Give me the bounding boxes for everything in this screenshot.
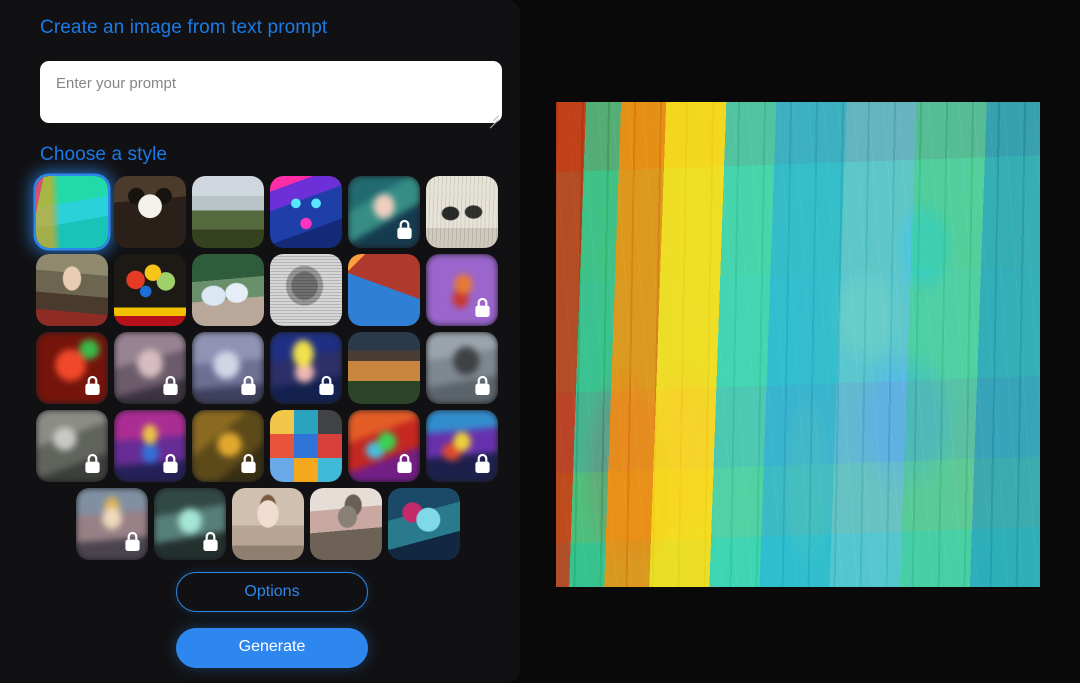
style-flower-vase[interactable] (114, 254, 186, 326)
style-thumbnail-image (426, 332, 498, 404)
style-abstract-jungle[interactable] (36, 176, 108, 248)
style-thumbnail-image (426, 254, 498, 326)
style-thumbnail-image (270, 332, 342, 404)
style-red-face[interactable] (36, 332, 108, 404)
style-row (36, 410, 500, 482)
prompt-input[interactable] (40, 61, 502, 123)
style-pop-art[interactable] (270, 332, 342, 404)
style-row (36, 176, 500, 248)
style-thumbnail-image (36, 176, 108, 248)
style-icon-set[interactable] (270, 410, 342, 482)
style-fairy[interactable] (76, 488, 148, 560)
style-misty-forest[interactable] (192, 176, 264, 248)
style-thumbnail-image (348, 176, 420, 248)
style-thumbnail-image (270, 410, 342, 482)
style-thumbnail-image (114, 254, 186, 326)
style-thumbnail-image (426, 176, 498, 248)
style-thumbnail-image (348, 254, 420, 326)
options-button[interactable]: Options (176, 572, 368, 612)
style-gold-swirl[interactable] (192, 410, 264, 482)
style-thumbnail-image (114, 410, 186, 482)
style-grid (36, 176, 500, 566)
style-thumbnail-image (36, 332, 108, 404)
style-pastel-portrait[interactable] (192, 332, 264, 404)
style-fox[interactable] (426, 254, 498, 326)
style-isometric[interactable] (348, 254, 420, 326)
style-thumbnail-image (232, 488, 304, 560)
style-thumbnail-image (36, 254, 108, 326)
image-generator-app: Create an image from text prompt Choose … (0, 0, 1080, 683)
prompt-field-wrapper (40, 61, 502, 129)
style-thumbnail-image (192, 410, 264, 482)
image-texture-overlay (556, 102, 1040, 587)
style-thumbnail-image (348, 410, 420, 482)
style-row (36, 254, 500, 326)
style-thumbnail-image (192, 254, 264, 326)
style-ballet[interactable] (192, 254, 264, 326)
style-row (36, 488, 500, 560)
style-thumbnail-image (76, 488, 148, 560)
style-thumbnail-image (270, 254, 342, 326)
style-thumbnail-image (270, 176, 342, 248)
style-neon-figure[interactable] (114, 410, 186, 482)
style-neon-swirl[interactable] (348, 410, 420, 482)
style-thumbnail-image (154, 488, 226, 560)
style-etching-cup[interactable] (270, 254, 342, 326)
style-panda[interactable] (114, 176, 186, 248)
style-thumbnail-image (36, 410, 108, 482)
generated-image[interactable] (556, 102, 1040, 587)
style-smoke[interactable] (426, 332, 498, 404)
style-renaissance[interactable] (36, 254, 108, 326)
style-architecture[interactable] (348, 332, 420, 404)
style-porcelain-doll[interactable] (232, 488, 304, 560)
style-soft-portrait[interactable] (114, 332, 186, 404)
style-thumbnail-image (114, 176, 186, 248)
style-engraving[interactable] (426, 176, 498, 248)
style-oil-painter[interactable] (310, 488, 382, 560)
style-row (36, 332, 500, 404)
choose-style-title: Choose a style (40, 144, 168, 165)
style-grey-abstract[interactable] (36, 410, 108, 482)
controls-panel: Create an image from text prompt Choose … (0, 0, 520, 683)
style-cyber-portrait[interactable] (388, 488, 460, 560)
page-title: Create an image from text prompt (40, 17, 328, 38)
style-anime-portrait[interactable] (348, 176, 420, 248)
style-thumbnail-image (426, 410, 498, 482)
style-thumbnail-image (114, 332, 186, 404)
style-thumbnail-image (348, 332, 420, 404)
style-thumbnail-image (310, 488, 382, 560)
generate-button[interactable]: Generate (176, 628, 368, 668)
style-thumbnail-image (192, 332, 264, 404)
style-thumbnail-image (388, 488, 460, 560)
style-neon-robot[interactable] (270, 176, 342, 248)
style-psychedelic[interactable] (426, 410, 498, 482)
style-thumbnail-image (192, 176, 264, 248)
result-panel (556, 102, 1040, 587)
style-ghostly[interactable] (154, 488, 226, 560)
